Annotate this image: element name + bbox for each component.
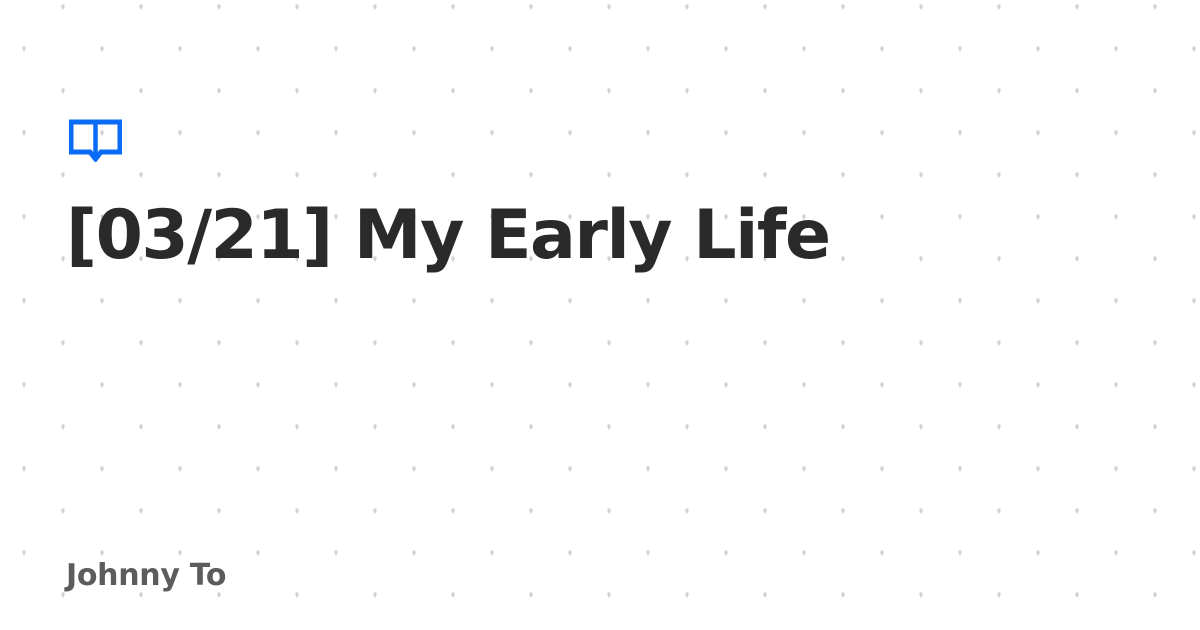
background-dot-pattern: [0, 0, 1200, 630]
book-icon: [69, 119, 122, 162]
page-title: [03/21] My Early Life: [66, 196, 831, 275]
author-name: Johnny To: [66, 558, 227, 593]
